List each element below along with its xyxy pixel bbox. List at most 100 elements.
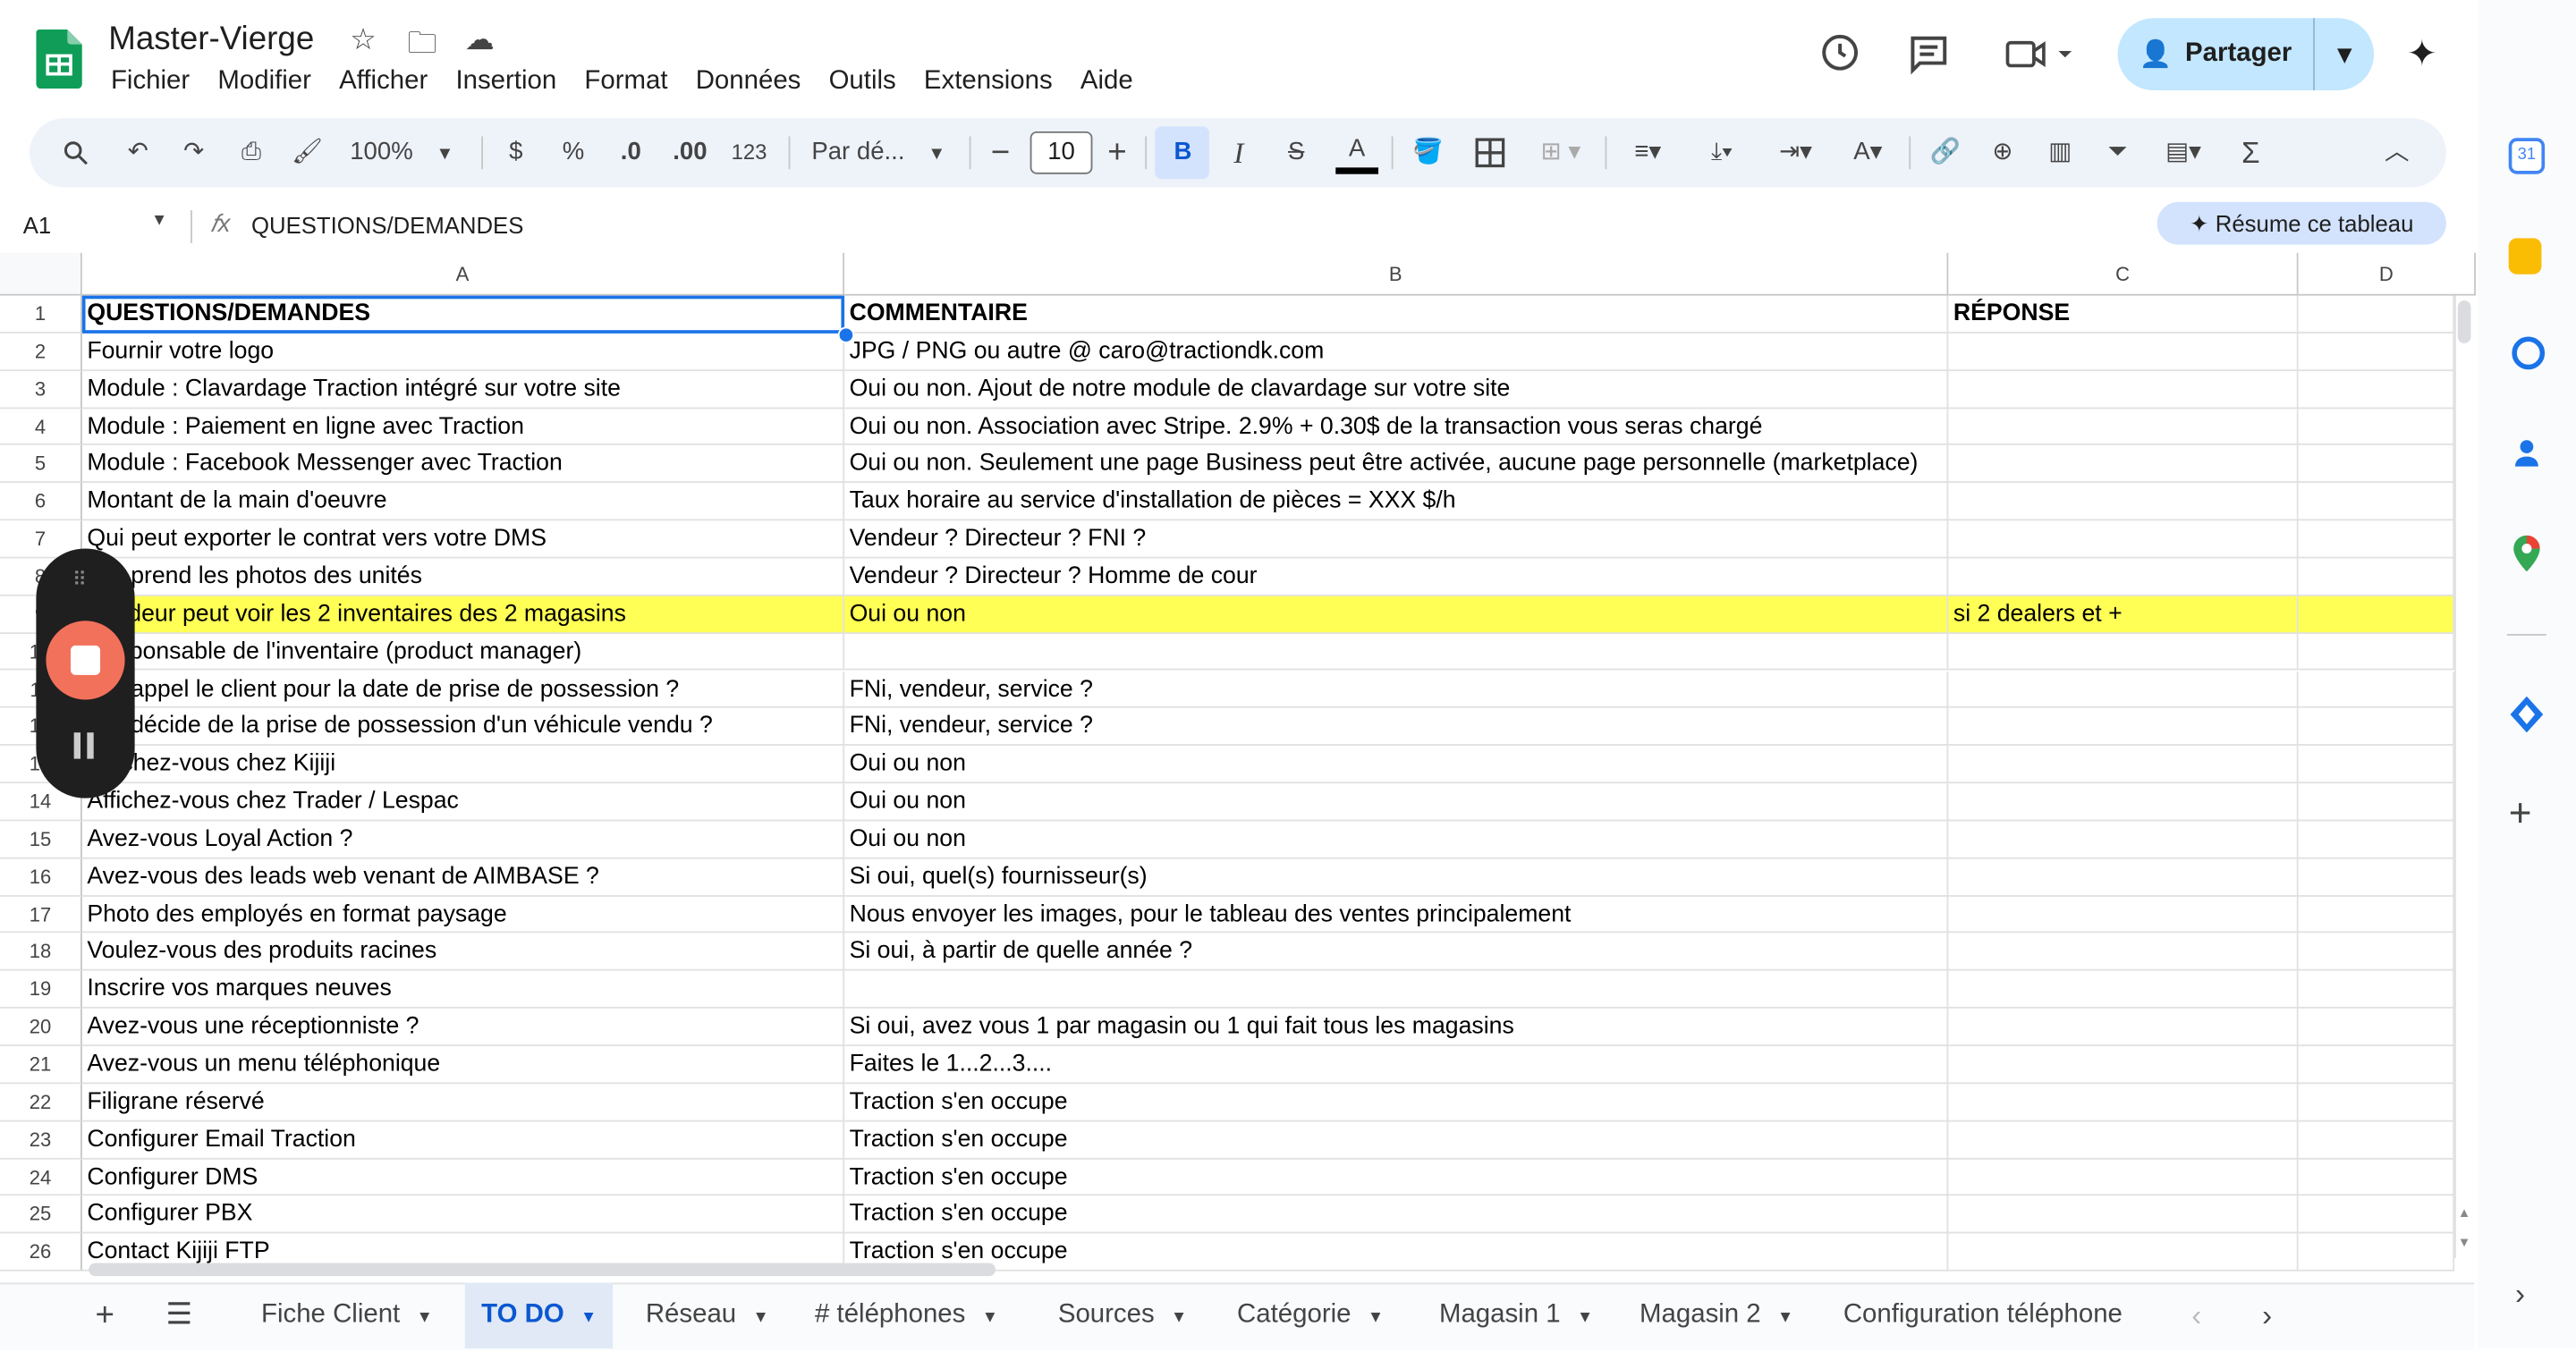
cell-c[interactable]	[1948, 858, 2299, 897]
cell-b[interactable]: Si oui, quel(s) fournisseur(s)	[844, 858, 1949, 897]
row-header[interactable]: 16	[0, 858, 82, 897]
cell-a[interactable]: Module : Clavardage Traction intégré sur…	[81, 370, 845, 409]
cell-d[interactable]	[2298, 520, 2455, 559]
italic-button[interactable]: I	[1221, 131, 1257, 174]
row-header[interactable]: 6	[0, 483, 82, 521]
row-header[interactable]: 20	[0, 1009, 82, 1047]
menu-fichier[interactable]: Fichier	[97, 65, 203, 98]
cell-c[interactable]	[1948, 708, 2299, 747]
horizontal-scroll-thumb[interactable]	[89, 1263, 996, 1277]
cell-c[interactable]	[1948, 896, 2299, 934]
cell-d[interactable]	[2298, 1233, 2455, 1272]
fill-color-icon[interactable]: 🪣	[1408, 131, 1447, 174]
sheet-tab-reseau[interactable]: Réseau ▼	[629, 1283, 785, 1348]
hide-side-panel-icon[interactable]: ›	[2515, 1278, 2525, 1313]
scroll-up-icon[interactable]: ▲	[2458, 1205, 2471, 1221]
cell-a[interactable]: Affichez-vous chez Kijiji	[81, 746, 845, 784]
cell-d[interactable]	[2298, 1046, 2455, 1084]
font-size-increase-button[interactable]: +	[1101, 131, 1134, 174]
cell-c[interactable]	[1948, 1120, 2299, 1159]
cell-a[interactable]: Qui peut exporter le contrat vers votre …	[81, 520, 845, 559]
sheet-tab-to-do[interactable]: TO DO ▼	[464, 1282, 614, 1348]
header-cell-b[interactable]: COMMENTAIRE	[844, 295, 1949, 334]
cell-a[interactable]: Configurer Email Traction	[81, 1120, 845, 1159]
name-box[interactable]: A1 ▼	[23, 212, 171, 238]
cell-d[interactable]	[2298, 483, 2455, 521]
sheet-tab-fiche-client[interactable]: Fiche Client ▼	[245, 1283, 449, 1348]
cell-d[interactable]	[2298, 633, 2455, 672]
cell-b[interactable]	[844, 633, 1949, 672]
header-cell-c[interactable]: RÉPONSE	[1948, 295, 2299, 334]
menu-aide[interactable]: Aide	[1066, 65, 1147, 98]
cell-d[interactable]	[2298, 858, 2455, 897]
vertical-scroll-thumb[interactable]	[2457, 300, 2471, 343]
drag-handle-icon[interactable]: ⠿	[72, 569, 89, 592]
filter-views-icon[interactable]: ▤▾	[2152, 131, 2215, 174]
cell-c[interactable]	[1948, 370, 2299, 409]
cell-c[interactable]	[1948, 483, 2299, 521]
sheet-tab-categorie[interactable]: Catégorie ▼	[1221, 1283, 1401, 1348]
all-sheets-icon[interactable]: ☰	[166, 1297, 193, 1332]
doc-title[interactable]: Master-Vierge	[108, 21, 314, 59]
row-header[interactable]: 19	[0, 971, 82, 1010]
cell-c[interactable]: si 2 dealers et +	[1948, 596, 2299, 634]
row-header[interactable]: 15	[0, 821, 82, 859]
contacts-icon[interactable]	[2513, 437, 2539, 470]
cell-c[interactable]	[1948, 445, 2299, 484]
cell-c[interactable]	[1948, 1196, 2299, 1234]
cell-a[interactable]: Voulez-vous des produits racines	[81, 934, 845, 972]
cell-c[interactable]	[1948, 558, 2299, 596]
paint-format-icon[interactable]: 🖌	[287, 131, 326, 174]
pause-recording-button[interactable]	[73, 732, 80, 759]
tabs-scroll-left-icon[interactable]: ‹	[2191, 1299, 2201, 1334]
cell-a[interactable]: Module : Facebook Messenger avec Tractio…	[81, 445, 845, 484]
tasks-icon[interactable]	[2512, 336, 2546, 370]
column-header-a[interactable]: A	[81, 252, 845, 296]
row-header[interactable]: 25	[0, 1196, 82, 1234]
cell-c[interactable]	[1948, 1046, 2299, 1084]
cell-b[interactable]: Traction s'en occupe	[844, 1158, 1949, 1196]
cell-c[interactable]	[1948, 520, 2299, 559]
row-header[interactable]: 1	[0, 295, 82, 334]
cell-b[interactable]: Taux horaire au service d'installation d…	[844, 483, 1949, 521]
header-cell-d[interactable]	[2298, 295, 2455, 334]
strikethrough-button[interactable]: S	[1278, 131, 1314, 174]
font-size-decrease-button[interactable]: −	[984, 131, 1017, 174]
cell-d[interactable]	[2298, 671, 2455, 709]
cell-d[interactable]	[2298, 783, 2455, 822]
redo-icon[interactable]: ↷	[174, 131, 214, 174]
cell-b[interactable]: Oui ou non. Association avec Stripe. 2.9…	[844, 408, 1949, 446]
cell-b[interactable]: Oui ou non	[844, 596, 1949, 634]
cell-a[interactable]: Affichez-vous chez Trader / Lespac	[81, 783, 845, 822]
sheet-tab-configuration-telephone[interactable]: Configuration téléphone	[1826, 1283, 2139, 1348]
cell-a[interactable]: Avez-vous des leads web venant de AIMBAS…	[81, 858, 845, 897]
column-header-b[interactable]: B	[844, 252, 1949, 296]
cell-d[interactable]	[2298, 408, 2455, 446]
cell-c[interactable]	[1948, 783, 2299, 822]
undo-icon[interactable]: ↶	[118, 131, 157, 174]
cell-b[interactable]: FNi, vendeur, service ?	[844, 708, 1949, 747]
cell-d[interactable]	[2298, 821, 2455, 859]
addon-diamond-icon[interactable]	[2510, 696, 2544, 733]
cell-c[interactable]	[1948, 671, 2299, 709]
cell-d[interactable]	[2298, 934, 2455, 972]
stop-recording-button[interactable]	[46, 621, 125, 700]
font-size-input[interactable]: 10	[1030, 131, 1093, 174]
row-header[interactable]: 17	[0, 896, 82, 934]
insert-chart-icon[interactable]: ▥	[2040, 131, 2080, 174]
sheet-tab-telephones[interactable]: # téléphones ▼	[799, 1283, 1015, 1348]
cell-b[interactable]: Vendeur ? Directeur ? FNI ?	[844, 520, 1949, 559]
row-header[interactable]: 21	[0, 1046, 82, 1084]
maps-icon[interactable]	[2512, 535, 2541, 572]
cell-b[interactable]: Oui ou non	[844, 821, 1949, 859]
share-button[interactable]: 👤 Partager ▾	[2117, 18, 2375, 91]
collapse-toolbar-icon[interactable]: ︿	[2377, 131, 2417, 174]
menu-insertion[interactable]: Insertion	[442, 65, 571, 98]
history-icon[interactable]	[1818, 31, 1861, 74]
get-addons-icon[interactable]: +	[2509, 791, 2532, 837]
cell-a[interactable]: Qui appel le client pour la date de pris…	[81, 671, 845, 709]
cell-d[interactable]	[2298, 896, 2455, 934]
cell-d[interactable]	[2298, 445, 2455, 484]
row-header[interactable]: 4	[0, 408, 82, 446]
increase-decimal-button[interactable]: .00	[665, 131, 715, 174]
